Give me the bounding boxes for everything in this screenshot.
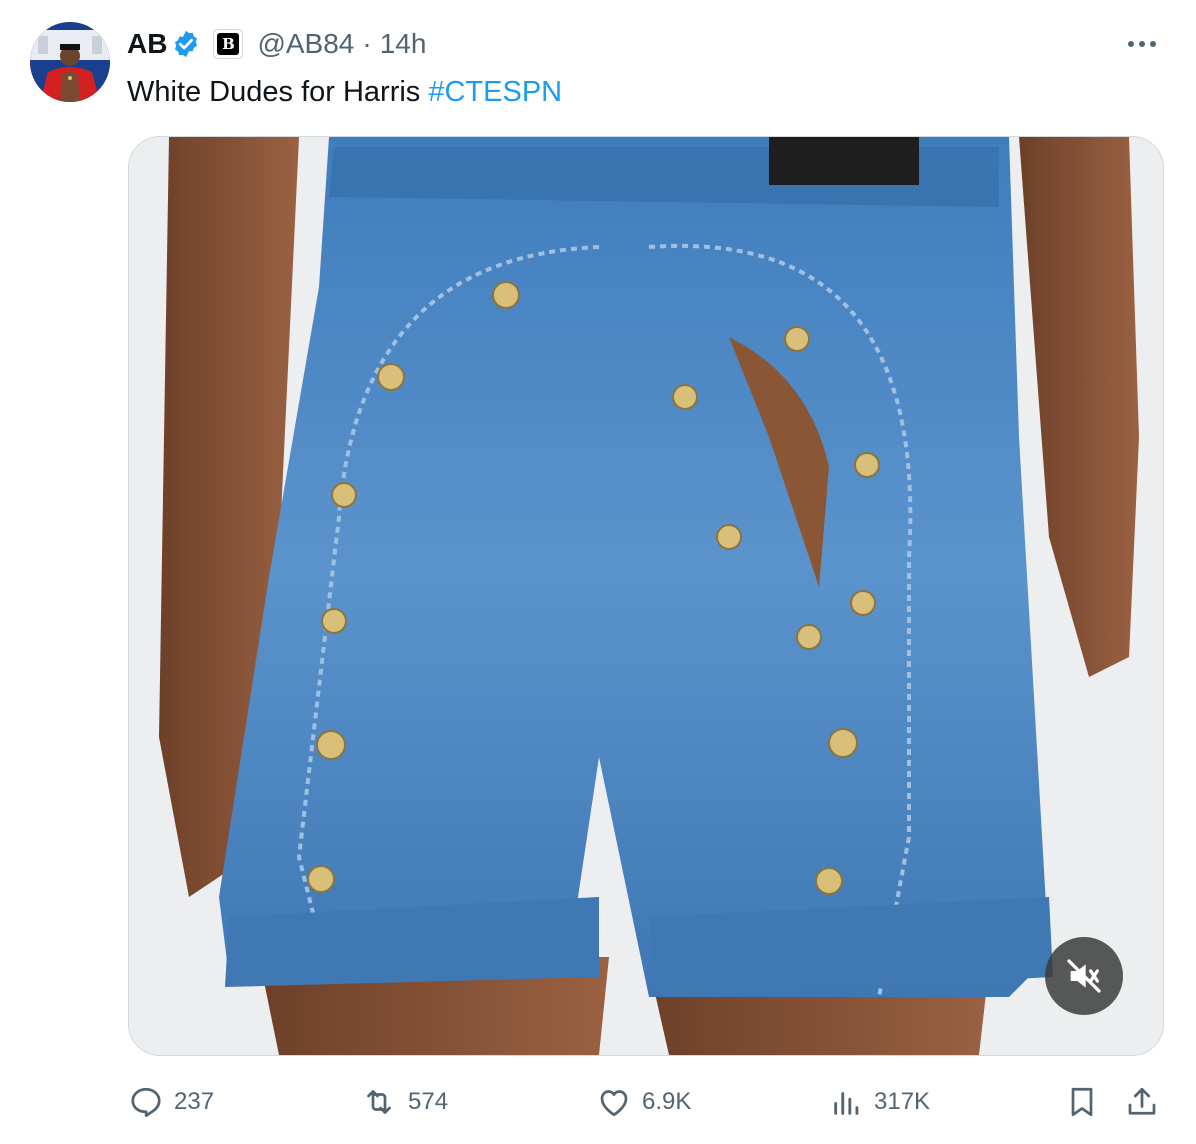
verified-badge-icon[interactable] <box>171 29 201 59</box>
repost-button[interactable]: 574 <box>360 1080 448 1124</box>
repost-count: 574 <box>408 1088 449 1115</box>
share-button[interactable] <box>1124 1080 1170 1124</box>
muted-speaker-icon[interactable] <box>1045 937 1123 1015</box>
tweet-body: White Dudes for Harris <box>127 76 429 108</box>
affiliation-badge-label: B <box>217 33 240 55</box>
hashtag-link[interactable]: #CTESPN <box>428 76 562 108</box>
affiliation-badge-icon[interactable]: B <box>213 29 244 59</box>
views-button[interactable]: 317K <box>830 1080 930 1124</box>
display-name[interactable]: AB <box>127 28 167 60</box>
heart-icon <box>600 1090 628 1117</box>
reply-icon <box>131 1087 161 1117</box>
tweet-text: White Dudes for Harris #CTESPN <box>127 70 562 114</box>
user-handle[interactable]: @AB84 <box>257 28 354 60</box>
tweet-header: AB B @AB84 · 14h <box>127 24 426 64</box>
separator-dot: · <box>362 28 372 59</box>
views-count: 317K <box>874 1088 931 1115</box>
like-count: 6.9K <box>642 1088 692 1115</box>
reply-count: 237 <box>174 1088 215 1115</box>
tweet-card[interactable]: AB B @AB84 · 14h White Dudes for Harris … <box>0 0 1196 1144</box>
like-button[interactable]: 6.9K <box>596 1080 691 1124</box>
bookmark-icon <box>1071 1087 1093 1117</box>
reply-button[interactable]: 237 <box>128 1080 214 1124</box>
avatar[interactable] <box>30 22 110 102</box>
timestamp[interactable]: 14h <box>380 28 427 60</box>
views-icon <box>834 1092 859 1115</box>
repost-icon <box>367 1090 391 1114</box>
more-options-icon[interactable] <box>1124 26 1160 62</box>
tweet-actions: 237 574 6.9K 317K <box>0 1080 1196 1124</box>
bookmark-button[interactable] <box>1064 1080 1110 1124</box>
tweet-media-video[interactable] <box>128 136 1164 1056</box>
share-icon <box>1128 1087 1156 1115</box>
